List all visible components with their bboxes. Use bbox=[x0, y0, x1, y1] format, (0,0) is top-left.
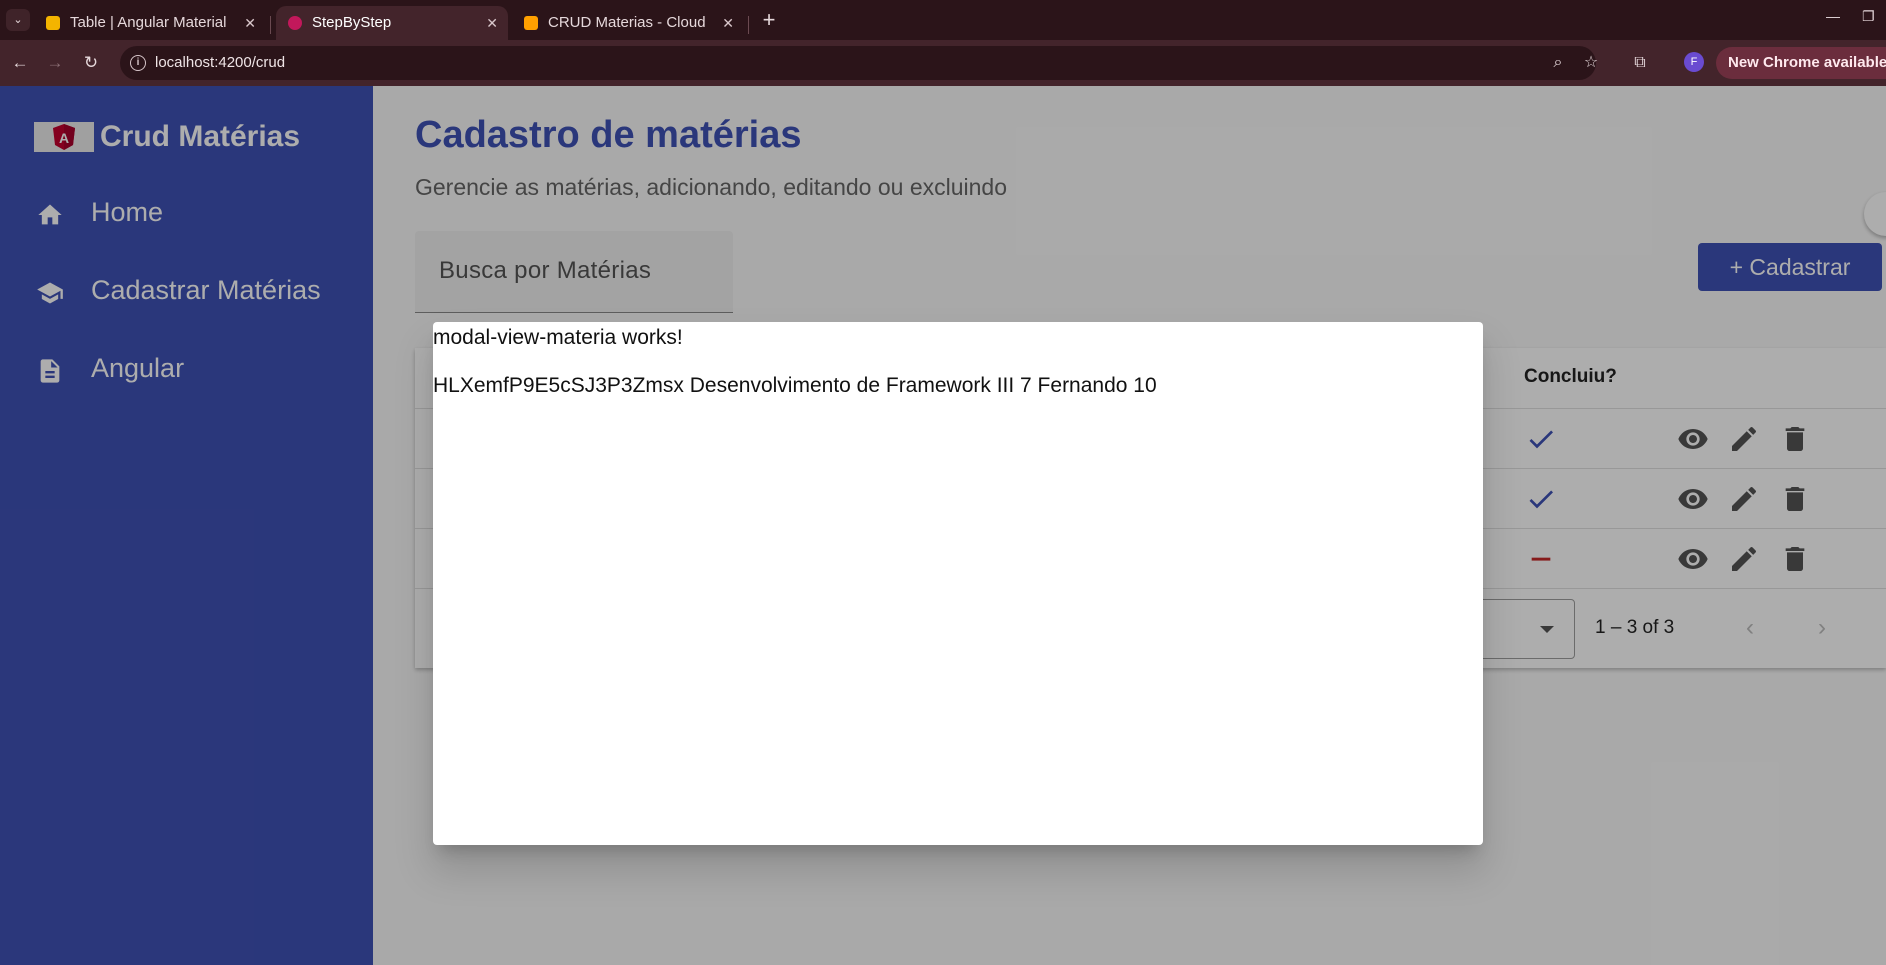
extensions-puzzle-icon[interactable]: ⧉ bbox=[1627, 50, 1653, 76]
tab-title: StepByStep bbox=[312, 14, 392, 31]
tab-separator bbox=[748, 16, 749, 34]
app-root: A Crud Matérias Home Cadastrar Matérias … bbox=[0, 86, 1886, 965]
browser-tabstrip: ⌄ Table | Angular Material ✕ StepByStep … bbox=[0, 0, 1886, 40]
new-tab-plus-icon[interactable]: + bbox=[755, 6, 783, 34]
tab-search-button[interactable]: ⌄ bbox=[6, 9, 30, 31]
close-icon[interactable]: ✕ bbox=[486, 6, 498, 40]
tab-title: CRUD Materias - Cloud F bbox=[548, 14, 708, 31]
site-info-icon[interactable]: i bbox=[130, 55, 146, 71]
tab-title: Table | Angular Material bbox=[70, 14, 227, 31]
url-text[interactable]: localhost:4200/crud bbox=[155, 46, 285, 80]
browser-tab-stepbystep[interactable]: StepByStep ✕ bbox=[276, 6, 508, 40]
forward-arrow-icon[interactable]: → bbox=[42, 50, 68, 76]
modal-heading: modal-view-materia works! bbox=[433, 326, 683, 349]
firebase-favicon-icon bbox=[524, 16, 538, 30]
close-icon[interactable]: ✕ bbox=[722, 6, 734, 40]
zoom-icon[interactable]: ⌕ bbox=[1548, 53, 1568, 73]
angular-favicon-icon bbox=[288, 16, 302, 30]
bookmark-star-icon[interactable]: ☆ bbox=[1581, 53, 1601, 73]
angular-material-favicon-icon bbox=[46, 16, 60, 30]
minimize-icon[interactable]: — bbox=[1826, 8, 1840, 24]
reload-icon[interactable]: ↻ bbox=[78, 50, 104, 76]
restore-icon[interactable]: ❐ bbox=[1862, 8, 1875, 25]
browser-tab-angular-material[interactable]: Table | Angular Material ✕ bbox=[34, 6, 266, 40]
close-icon[interactable]: ✕ bbox=[244, 6, 256, 40]
profile-avatar[interactable]: F bbox=[1684, 52, 1704, 72]
address-bar[interactable]: i localhost:4200/crud ⌕ ☆ bbox=[120, 46, 1598, 80]
tab-separator bbox=[270, 16, 271, 34]
browser-tab-firebase[interactable]: CRUD Materias - Cloud F ✕ bbox=[512, 6, 744, 40]
view-materia-modal: modal-view-materia works! HLXemfP9E5cSJ3… bbox=[433, 322, 1483, 845]
modal-materia-details: HLXemfP9E5cSJ3P3Zmsx Desenvolvimento de … bbox=[433, 374, 1157, 397]
chrome-update-button[interactable]: New Chrome available bbox=[1716, 47, 1886, 79]
browser-toolbar: ← → ↻ i localhost:4200/crud ⌕ ☆ ⧉ bbox=[0, 40, 1886, 86]
back-arrow-icon[interactable]: ← bbox=[7, 50, 33, 76]
